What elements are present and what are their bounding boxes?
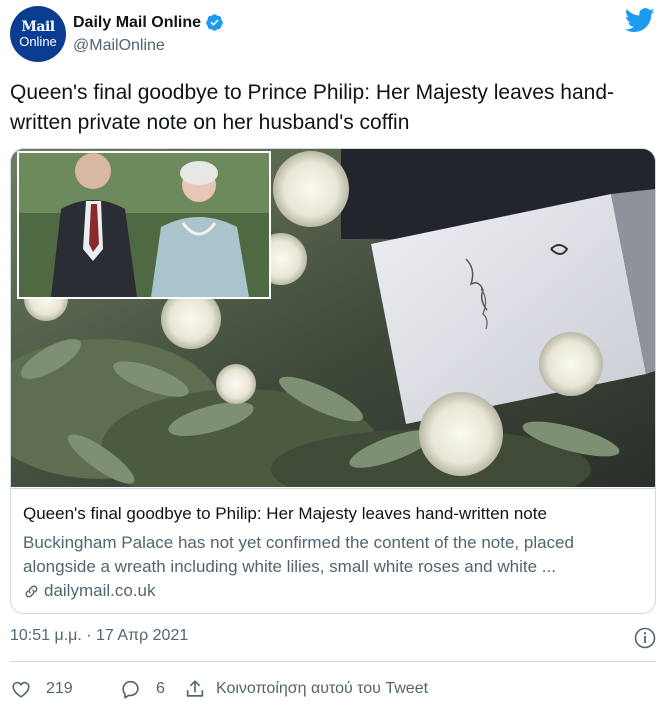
link-icon [25, 585, 38, 597]
verified-badge-icon [206, 14, 223, 31]
share-icon [186, 680, 204, 697]
share-button[interactable]: Κοινοποίηση αυτού του Tweet [184, 678, 428, 700]
reply-count: 6 [156, 680, 165, 697]
twitter-bird-icon[interactable] [625, 8, 655, 33]
card-image[interactable] [11, 149, 655, 487]
reply-icon [122, 680, 139, 699]
display-name[interactable]: Daily Mail Online [73, 14, 201, 32]
like-button[interactable]: 219 [10, 678, 120, 700]
card-description: Buckingham Palace has not yet confirmed … [23, 533, 574, 576]
link-card[interactable]: Queen's final goodbye to Philip: Her Maj… [10, 148, 656, 614]
avatar-line2: Online [19, 34, 57, 49]
timestamp[interactable]: 10:51 μ.μ. · 17 Απρ 2021 [10, 627, 188, 645]
card-meta[interactable]: Queen's final goodbye to Philip: Her Maj… [11, 488, 655, 613]
avatar[interactable]: Mail Online [10, 6, 66, 62]
handle[interactable]: @MailOnline [73, 37, 165, 55]
heart-icon [12, 681, 30, 698]
action-bar: 219 6 Κοινοποίηση αυτού του Tweet [10, 677, 428, 701]
card-title: Queen's final goodbye to Philip: Her Maj… [23, 504, 547, 523]
tweet-header: Mail Online Daily Mail Online @MailOnlin… [10, 6, 655, 62]
reply-button[interactable]: 6 [120, 678, 184, 700]
avatar-line1: Mail [21, 19, 55, 35]
card-domain: dailymail.co.uk [23, 581, 156, 601]
share-label: Κοινοποίηση αυτού του Tweet [216, 680, 429, 697]
timestamp-row: 10:51 μ.μ. · 17 Απρ 2021 [10, 627, 657, 649]
divider [10, 661, 656, 662]
name-row: Daily Mail Online [73, 13, 224, 32]
info-icon[interactable] [633, 626, 657, 650]
card-photo-illustration [11, 149, 655, 487]
like-count: 219 [46, 680, 73, 697]
card-domain-text: dailymail.co.uk [44, 581, 156, 600]
tweet-text: Queen's final goodbye to Prince Philip: … [10, 81, 615, 134]
